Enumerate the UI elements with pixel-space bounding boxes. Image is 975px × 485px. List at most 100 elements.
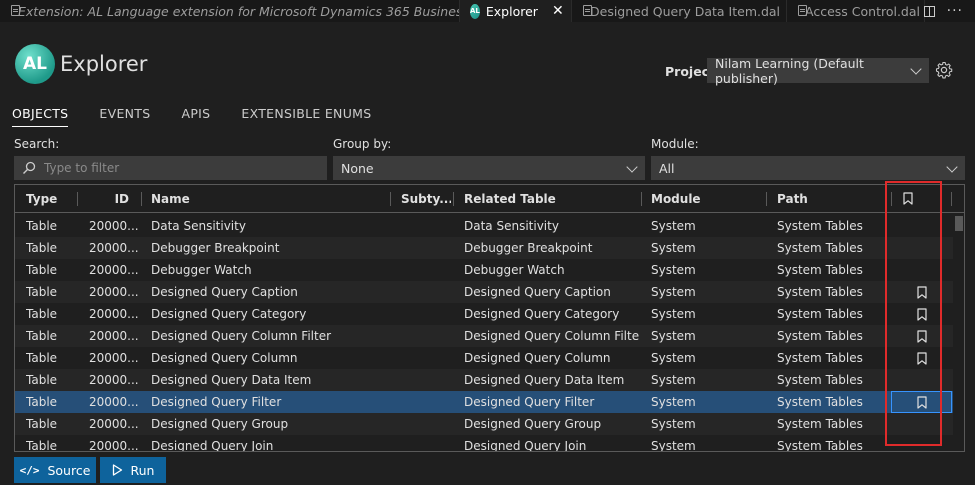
cell-subtype	[401, 215, 451, 237]
cell-path: System Tables	[777, 395, 863, 409]
cell-name: Designed Query Column Filter	[151, 329, 332, 343]
cell-path: System Tables	[777, 439, 863, 452]
close-icon[interactable]: ✕	[552, 3, 564, 19]
cell-type: Table	[26, 241, 58, 255]
cell-path: System Tables	[777, 219, 863, 233]
cell-type: Table	[26, 263, 58, 277]
column-divider[interactable]	[453, 192, 454, 206]
cell-subtype	[401, 325, 451, 347]
al-logo: AL	[15, 44, 55, 84]
cell-id: 20000...	[89, 307, 139, 321]
cell-path: System Tables	[777, 329, 863, 343]
cell-name: Data Sensitivity	[151, 219, 246, 233]
search-field	[14, 156, 327, 180]
module-select[interactable]: All	[651, 156, 965, 180]
table-row[interactable]: Table 20000... Designed Query Join Designed…	[15, 435, 953, 452]
table-row[interactable]: Table 20000... Designed Query Filter Design…	[15, 391, 953, 413]
vertical-scrollbar[interactable]	[954, 213, 964, 451]
column-divider[interactable]	[951, 192, 952, 206]
tab-designed-query-data-item[interactable]: Designed Query Data Item.dal	[572, 0, 787, 22]
cell-type: Table	[26, 307, 58, 321]
al-logo-icon: AL	[470, 3, 480, 19]
groupby-select[interactable]: None	[333, 156, 645, 180]
cell-subtype	[401, 281, 451, 303]
more-actions-icon[interactable]: ···	[947, 3, 963, 19]
search-label: Search:	[14, 137, 60, 151]
cell-related-table: Debugger Watch	[464, 263, 565, 277]
cell-name: Designed Query Data Item	[151, 373, 312, 387]
table-row[interactable]: Table 20000... Designed Query Column Filte…	[15, 325, 953, 347]
cell-subtype	[401, 347, 451, 369]
table-row[interactable]: Table 20000... Designed Query Column Design…	[15, 347, 953, 369]
cell-name: Designed Query Category	[151, 307, 307, 321]
column-header-path[interactable]: Path	[777, 185, 808, 212]
column-divider[interactable]	[641, 192, 642, 206]
column-divider[interactable]	[77, 192, 78, 206]
tab-apis[interactable]: APIS	[181, 106, 210, 127]
table-row[interactable]: Table 20000... Designed Query Data Item Des…	[15, 369, 953, 391]
search-icon	[23, 161, 36, 174]
groupby-value: None	[341, 160, 374, 176]
highlight-annotation	[885, 181, 942, 446]
cell-subtype	[401, 303, 451, 325]
tab-explorer[interactable]: AL Explorer ✕	[460, 0, 572, 22]
cell-module: System	[651, 219, 696, 233]
cell-module: System	[651, 241, 696, 255]
source-button[interactable]: </> Source	[14, 457, 96, 483]
cell-id: 20000...	[89, 395, 139, 409]
cell-path: System Tables	[777, 285, 863, 299]
cell-related-table: Data Sensitivity	[464, 219, 559, 233]
module-label: Module:	[651, 137, 699, 151]
tab-access-control[interactable]: Access Control.dal	[787, 0, 925, 22]
scrollbar-thumb[interactable]	[955, 216, 963, 231]
cell-module: System	[651, 373, 696, 387]
cell-related-table: Debugger Breakpoint	[464, 241, 593, 255]
cell-related-table: Designed Query Filter	[464, 395, 595, 409]
cell-name: Debugger Watch	[151, 263, 252, 277]
tab-objects[interactable]: OBJECTS	[12, 106, 69, 127]
column-divider[interactable]	[766, 192, 767, 206]
column-header-type[interactable]: Type	[26, 185, 57, 212]
code-icon: </>	[19, 463, 40, 477]
cell-related-table: Designed Query Column	[464, 351, 611, 365]
table-row[interactable]: Table 20000... Debugger Breakpoint Debugger…	[15, 237, 953, 259]
column-header-name[interactable]: Name	[151, 185, 190, 212]
column-divider[interactable]	[390, 192, 391, 206]
tab-events[interactable]: EVENTS	[99, 106, 150, 127]
table-row[interactable]: Table 20000... Designed Query Category Desi…	[15, 303, 953, 325]
cell-id: 20000...	[89, 351, 139, 365]
cell-type: Table	[26, 395, 58, 409]
chevron-down-icon	[946, 161, 958, 173]
project-value: Nilam Learning (Default publisher)	[715, 55, 864, 86]
tab-extensible-enums[interactable]: EXTENSIBLE ENUMS	[241, 106, 371, 127]
column-header-subtype[interactable]: Subty...	[401, 185, 451, 212]
search-input[interactable]	[42, 160, 316, 176]
cell-id: 20000...	[89, 263, 139, 277]
run-button[interactable]: Run	[100, 457, 166, 483]
cell-id: 20000...	[89, 285, 139, 299]
table-row[interactable]: Table 20000... Data Sensitivity Data Sensit…	[15, 215, 953, 237]
cell-name: Designed Query Caption	[151, 285, 298, 299]
cell-related-table: Designed Query Category	[464, 307, 620, 321]
table-row[interactable]: Table 20000... Designed Query Group Designe…	[15, 413, 953, 435]
cell-related-table: Designed Query Group	[464, 417, 602, 431]
table-row[interactable]: Table 20000... Designed Query Caption Desig…	[15, 281, 953, 303]
cell-type: Table	[26, 219, 58, 233]
column-header-module[interactable]: Module	[651, 185, 701, 212]
cell-name: Debugger Breakpoint	[151, 241, 280, 255]
cell-subtype	[401, 413, 451, 435]
cell-type: Table	[26, 285, 58, 299]
split-editor-icon[interactable]	[923, 5, 935, 17]
gear-icon[interactable]	[935, 61, 953, 79]
column-header-related-table[interactable]: Related Table	[464, 185, 556, 212]
column-divider[interactable]	[141, 192, 142, 206]
tab-extension-preview[interactable]: Extension: AL Language extension for Mic…	[0, 0, 460, 22]
objects-table: Type ID Name Subty... Related Table Modu…	[14, 184, 965, 452]
table-row[interactable]: Table 20000... Debugger Watch Debugger Watc…	[15, 259, 953, 281]
project-select[interactable]: Nilam Learning (Default publisher)	[707, 55, 929, 86]
cell-module: System	[651, 307, 696, 321]
cell-id: 20000...	[89, 219, 139, 233]
tab-label: Designed Query Data Item.dal	[590, 3, 781, 19]
column-header-id[interactable]: ID	[79, 185, 129, 212]
cell-id: 20000...	[89, 329, 139, 343]
